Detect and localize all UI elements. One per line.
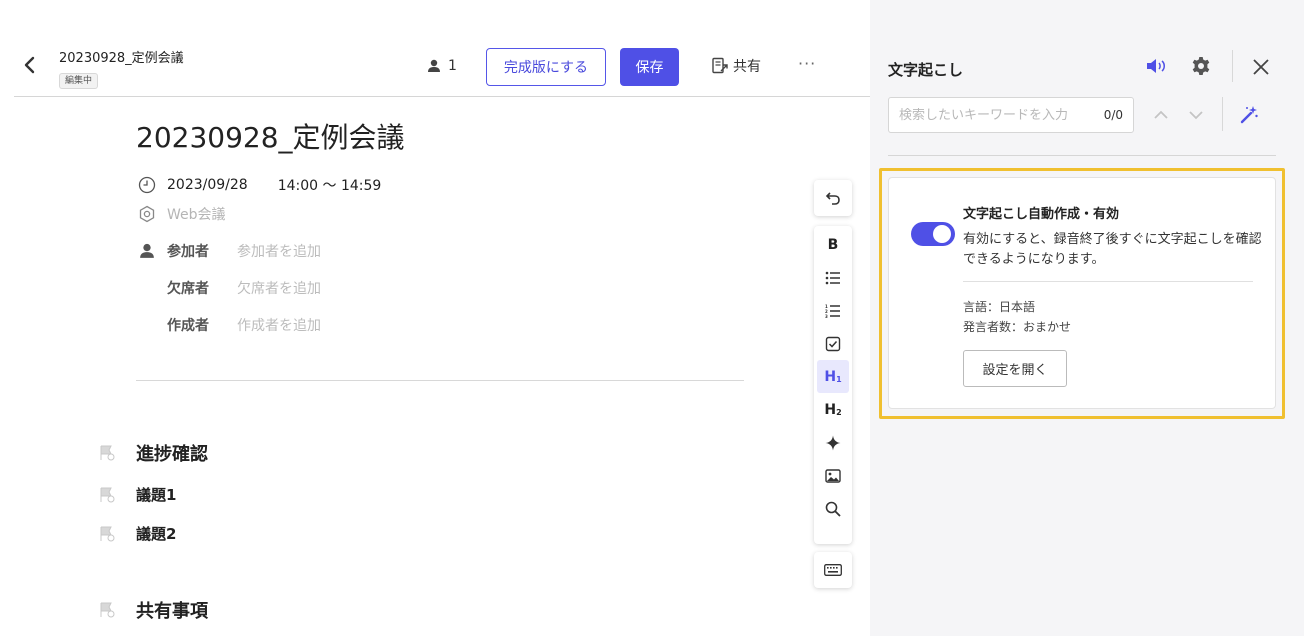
document-title[interactable]: 20230928_定例会議 [136,116,405,156]
speaker-icon[interactable] [1146,56,1168,76]
close-icon[interactable] [1250,56,1272,78]
clock-icon [137,175,157,195]
agenda-item[interactable]: 進捗確認 [98,440,208,466]
keyboard-icon[interactable] [817,554,849,587]
chevron-up-icon[interactable] [1150,104,1172,126]
search-count: 0/0 [1103,108,1123,122]
agenda-heading: 共有事項 [136,601,208,622]
divider [136,380,744,381]
participant-counter[interactable]: 1 [427,58,457,74]
participants-row[interactable]: 参加者 参加者を追加 [137,241,321,261]
agenda-item[interactable]: 共有事項 [98,597,208,623]
author-row[interactable]: 作成者 作成者を追加 [167,315,321,335]
image-icon[interactable] [817,459,849,492]
section-add-icon [100,602,115,618]
save-button[interactable]: 保存 [620,48,679,86]
heading2-icon[interactable]: H2 [817,393,849,426]
location-hexagon-icon [137,204,157,224]
gear-icon[interactable] [1190,55,1212,77]
share-doc-icon [712,57,728,74]
card-title: 文字起こし自動作成・有効 [963,207,1120,222]
divider [1232,50,1233,82]
numbered-list-icon[interactable]: 123 [817,294,849,327]
bullet-list-icon[interactable] [817,261,849,294]
undo-icon[interactable] [817,182,849,215]
transcription-panel: 文字起こし 0/0 文字起こし自動作成・有効 有効にすると、録音終了後すぐに文字… [870,0,1304,636]
chevron-down-icon[interactable] [1185,104,1207,126]
absent-label: 欠席者 [167,281,209,297]
section-add-icon [100,526,115,541]
svg-text:3: 3 [825,314,828,318]
participant-count: 1 [448,58,457,74]
search-input[interactable] [899,107,1098,123]
person-icon [428,59,440,72]
speaker-count-setting: 発言者数：おまかせ [963,320,1072,334]
participants-add[interactable]: 参加者を追加 [237,241,321,261]
meeting-date: 2023/09/28 [167,177,248,193]
more-options-icon[interactable]: ··· [798,54,816,73]
card-description: 有効にすると、録音終了後すぐに文字起こしを確認できるようになります。 [963,232,1262,267]
open-settings-button[interactable]: 設定を開く [963,350,1067,387]
meeting-location: Web会議 [167,207,226,223]
checkbox-icon[interactable] [817,327,849,360]
divider [1222,97,1223,131]
toggle-knob [933,225,951,243]
undo-toolbar [814,180,852,216]
agenda-subitem: 議題1 [136,486,177,504]
keyboard-toolbar [814,552,852,588]
panel-title: 文字起こし [888,61,964,79]
format-toolbar: B 123 H1 H2 [814,226,852,544]
share-label: 共有 [733,59,761,75]
search-icon[interactable] [817,492,849,525]
participants-label: 参加者 [167,244,209,260]
auto-transcription-toggle[interactable] [911,222,955,246]
editor-area: 20230928_定例会議 編集中 1 完成版にする 保存 共有 ··· 202… [0,0,870,636]
heading2-label: H [824,401,837,418]
back-chevron-icon[interactable] [22,56,38,74]
section-add-icon [100,445,115,461]
location-row[interactable]: Web会議 [137,204,226,224]
header-doc-title: 20230928_定例会議 [59,51,184,66]
absent-add[interactable]: 欠席者を追加 [237,278,321,298]
person-icon [137,241,157,261]
share-button[interactable]: 共有 [711,56,761,76]
auto-transcription-card: 文字起こし自動作成・有効 有効にすると、録音終了後すぐに文字起こしを確認できるよ… [888,177,1276,409]
language-setting: 言語：日本語 [963,300,1036,314]
agenda-item[interactable]: 議題1 [98,484,176,505]
absent-row[interactable]: 欠席者 欠席者を追加 [167,278,321,298]
date-row[interactable]: 2023/09/28 14:00 〜 14:59 [137,175,381,195]
heading1-icon[interactable]: H1 [817,360,849,393]
agenda-subitem: 議題2 [136,525,177,543]
meeting-time: 14:00 〜 14:59 [277,178,382,194]
divider [888,155,1276,156]
transcript-search[interactable]: 0/0 [888,97,1134,133]
bold-icon[interactable]: B [817,228,849,261]
magic-wand-icon[interactable] [1238,104,1260,126]
author-label: 作成者 [167,318,209,334]
ai-sparkle-icon[interactable] [817,426,849,459]
finalize-button[interactable]: 完成版にする [486,48,606,86]
author-add[interactable]: 作成者を追加 [237,315,321,335]
agenda-heading: 進捗確認 [136,444,208,465]
heading1-label: H [824,368,837,385]
agenda-item[interactable]: 議題2 [98,523,176,544]
section-add-icon [100,487,115,502]
status-badge: 編集中 [59,73,99,89]
divider [963,281,1253,282]
